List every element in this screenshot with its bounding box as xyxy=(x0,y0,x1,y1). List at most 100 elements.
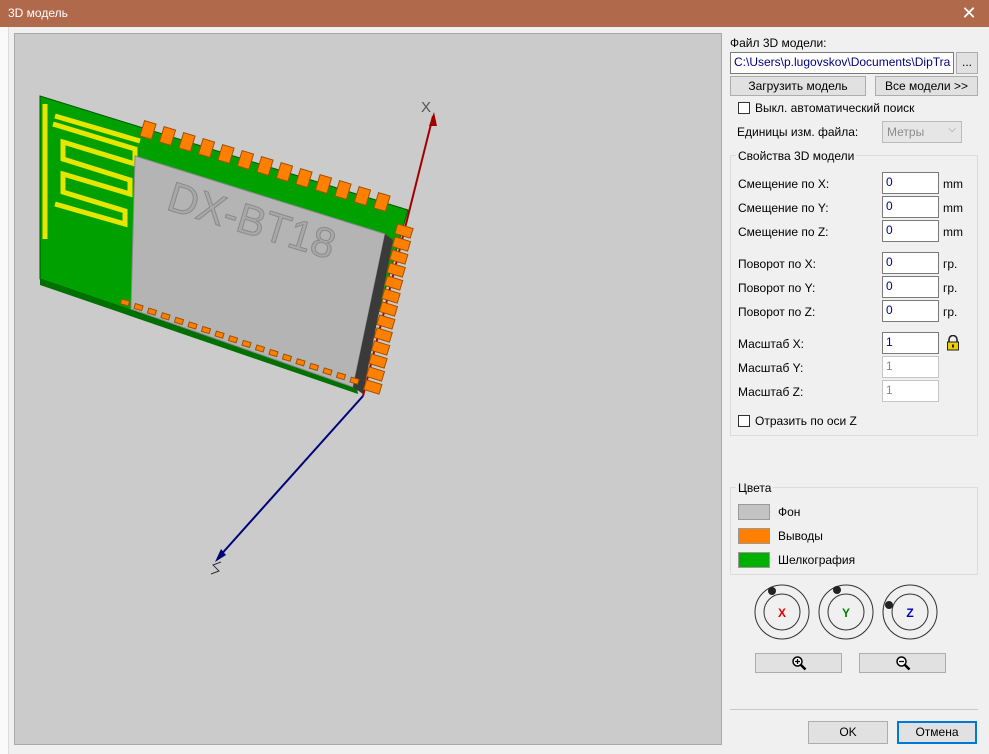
offset-z-input[interactable]: 0 xyxy=(882,220,939,242)
rotation-x-label: Поворот по X: xyxy=(738,257,816,271)
pin-pad xyxy=(241,339,252,349)
pin-pad xyxy=(314,173,333,195)
title-bar: 3D модель ✕ xyxy=(0,0,989,27)
pin-pad xyxy=(187,321,198,330)
window-title: 3D модель xyxy=(8,6,68,20)
offset-z-label: Смещение по Z: xyxy=(738,225,829,239)
rotation-z-label: Поворот по Z: xyxy=(738,305,816,319)
chevron-down-icon: ⌵ xyxy=(948,124,956,135)
file-path-input[interactable]: C:\Users\p.lugovskov\Documents\DipTra xyxy=(730,52,954,74)
rotation-y-label: Поворот по Y: xyxy=(738,281,816,295)
units-value: Метры xyxy=(887,125,925,139)
pin-pads xyxy=(119,119,414,395)
pin-pad xyxy=(227,335,239,344)
zoom-in-icon xyxy=(791,656,806,671)
background-color-label: Фон xyxy=(778,505,801,519)
units-select[interactable]: Метры ⌵ xyxy=(882,121,962,143)
pin-pad xyxy=(373,191,391,213)
rotate-z-dial[interactable]: Z xyxy=(881,583,939,641)
offset-x-label: Смещение по X: xyxy=(738,177,830,191)
model-properties-title: Свойства 3D модели xyxy=(736,149,857,163)
silkscreen-color-swatch[interactable] xyxy=(738,552,770,568)
pin-pad xyxy=(365,366,386,382)
pin-pad xyxy=(349,376,360,385)
scale-z-input: 1 xyxy=(882,380,939,402)
rotation-z-unit: гр. xyxy=(943,305,958,319)
lock-icon[interactable] xyxy=(946,335,960,351)
rotate-y-dial[interactable]: Y xyxy=(817,583,875,641)
rotate-y-label: Y xyxy=(842,606,850,620)
3d-viewport[interactable]: X DX-BT18 xyxy=(14,33,722,745)
rotation-x-input[interactable]: 0 xyxy=(882,252,939,274)
pin-pad xyxy=(146,307,158,316)
pin-pad xyxy=(275,161,294,183)
scale-x-label: Масштаб X: xyxy=(738,337,805,351)
zoom-in-button[interactable] xyxy=(755,653,842,673)
pin-pad xyxy=(295,167,313,189)
background-window-edge xyxy=(0,27,9,754)
pin-pad xyxy=(236,149,255,171)
pin-pad xyxy=(373,327,393,343)
mirror-z-checkbox[interactable] xyxy=(738,415,750,427)
close-icon[interactable]: ✕ xyxy=(949,0,989,27)
rotation-y-input[interactable]: 0 xyxy=(882,276,939,298)
pin-pad xyxy=(158,125,177,147)
pin-pad xyxy=(368,353,388,369)
pin-pad xyxy=(381,288,401,304)
background-color-swatch[interactable] xyxy=(738,504,770,520)
pin-pad xyxy=(160,312,171,321)
pin-pad xyxy=(173,316,185,326)
cancel-button[interactable]: Отмена xyxy=(897,721,977,744)
footer-divider xyxy=(730,709,978,710)
pin-pad xyxy=(370,340,391,356)
rotate-x-label: X xyxy=(778,606,786,620)
offset-y-unit: mm xyxy=(943,201,963,215)
pins-color-label: Выводы xyxy=(778,529,823,543)
load-model-button[interactable]: Загрузить модель xyxy=(730,76,866,96)
colors-title: Цвета xyxy=(736,481,774,495)
auto-search-checkbox[interactable] xyxy=(738,102,750,114)
pin-pad xyxy=(353,185,372,207)
auto-search-label: Выкл. автоматический поиск xyxy=(755,101,915,115)
pin-pad xyxy=(386,262,406,278)
pin-pad xyxy=(335,371,347,381)
pin-pad xyxy=(281,353,293,362)
rotation-x-unit: гр. xyxy=(943,257,958,271)
scale-x-input[interactable]: 1 xyxy=(882,332,939,354)
pin-pad xyxy=(254,344,266,353)
rotate-x-dial[interactable]: X xyxy=(753,583,811,641)
scale-z-label: Масштаб Z: xyxy=(738,385,804,399)
zoom-out-icon xyxy=(895,656,910,671)
dial-handle-icon xyxy=(885,601,893,609)
offset-y-input[interactable]: 0 xyxy=(882,196,939,218)
zoom-out-button[interactable] xyxy=(859,653,946,673)
dial-handle-icon xyxy=(768,587,776,595)
units-label: Единицы изм. файла: xyxy=(737,125,859,139)
pin-pad xyxy=(178,131,196,153)
pins-color-swatch[interactable] xyxy=(738,528,770,544)
offset-x-unit: mm xyxy=(943,177,963,191)
pin-pad xyxy=(214,330,225,339)
pin-pad xyxy=(394,223,414,239)
rotation-y-unit: гр. xyxy=(943,281,958,295)
browse-button[interactable]: ... xyxy=(956,52,978,74)
file-label: Файл 3D модели: xyxy=(730,36,827,50)
scale-y-label: Масштаб Y: xyxy=(738,361,804,375)
pin-pad xyxy=(308,362,320,372)
offset-z-unit: mm xyxy=(943,225,963,239)
mirror-z-label: Отразить по оси Z xyxy=(755,414,857,428)
pin-pad xyxy=(378,301,399,317)
offset-x-input[interactable]: 0 xyxy=(882,172,939,194)
pin-pad xyxy=(376,314,396,330)
silkscreen-color-label: Шелкография xyxy=(778,553,856,567)
pin-pad xyxy=(295,358,306,367)
pin-pad xyxy=(322,367,333,376)
all-models-button[interactable]: Все модели >> xyxy=(875,76,978,96)
pin-pad xyxy=(334,179,352,201)
pin-pad xyxy=(133,302,144,312)
rotation-z-input[interactable]: 0 xyxy=(882,300,939,322)
pin-pad xyxy=(256,155,274,177)
pin-pad xyxy=(363,379,383,395)
pin-pad xyxy=(389,249,409,265)
ok-button[interactable]: OK xyxy=(808,721,888,744)
